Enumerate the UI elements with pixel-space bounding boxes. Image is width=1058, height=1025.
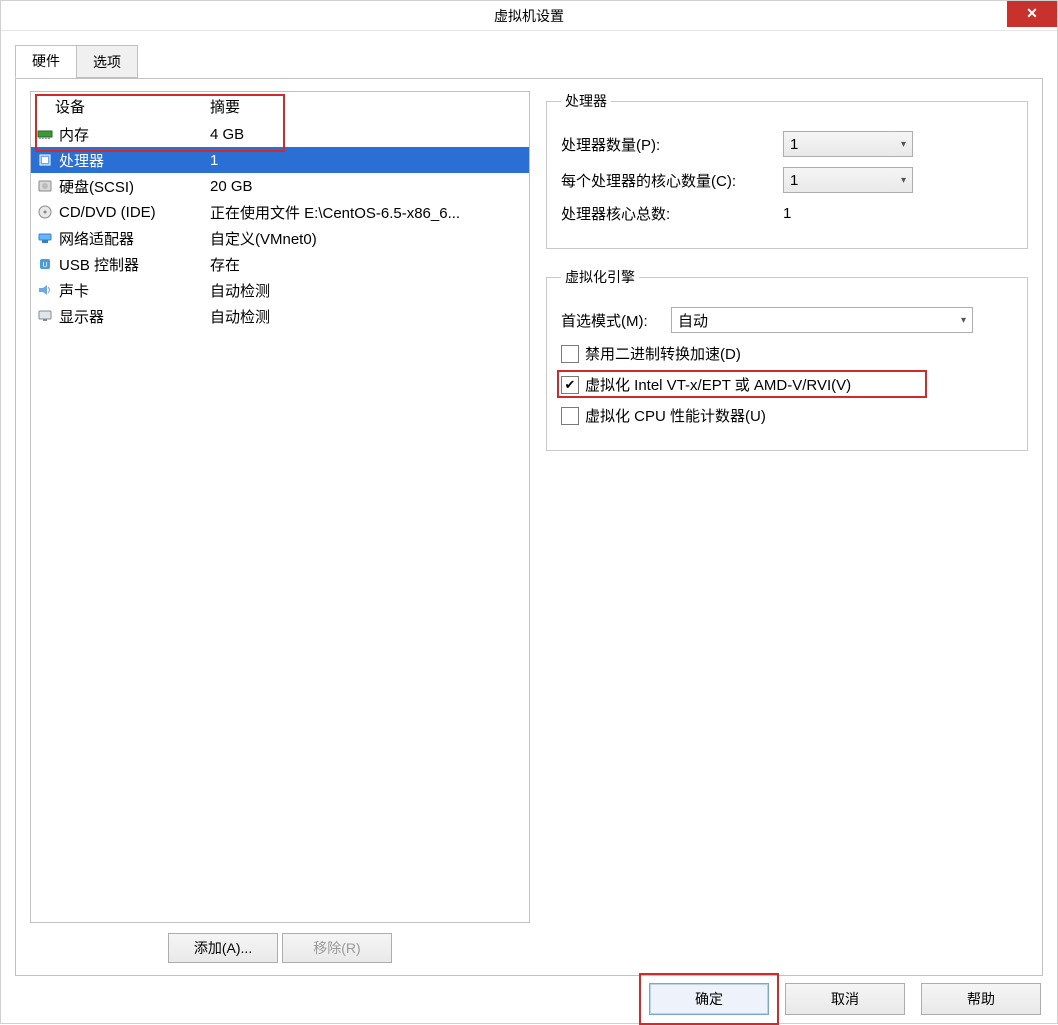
- cd-icon: [37, 204, 53, 220]
- cores-per-processor-value: 1: [790, 172, 798, 189]
- preferred-mode-value: 自动: [678, 310, 708, 331]
- usb-icon: U: [37, 256, 53, 272]
- checkbox-cpu-perf-counter-label: 虚拟化 CPU 性能计数器(U): [585, 405, 766, 426]
- checkbox-disable-binary-translation[interactable]: [561, 345, 579, 363]
- device-summary: 自动检测: [210, 306, 525, 327]
- device-row-display[interactable]: 显示器 自动检测: [31, 303, 529, 329]
- sound-icon: [37, 282, 53, 298]
- cpu-icon: [37, 152, 53, 168]
- device-summary: 1: [210, 152, 525, 169]
- processor-count-select[interactable]: 1 ▾: [783, 131, 913, 157]
- title-bar: 虚拟机设置: [1, 1, 1057, 31]
- chevron-down-icon: ▾: [901, 175, 906, 186]
- checkbox-vt-x-ept[interactable]: [561, 376, 579, 394]
- device-row-disk[interactable]: 硬盘(SCSI) 20 GB: [31, 173, 529, 199]
- device-label: 网络适配器: [59, 228, 134, 249]
- checkbox-cpu-perf-counter[interactable]: [561, 407, 579, 425]
- device-summary: 自定义(VMnet0): [210, 228, 525, 249]
- processor-count-label: 处理器数量(P):: [561, 134, 783, 155]
- remove-device-button[interactable]: 移除(R): [282, 933, 392, 963]
- device-row-cddvd[interactable]: CD/DVD (IDE) 正在使用文件 E:\CentOS-6.5-x86_6.…: [31, 199, 529, 225]
- device-header-summary: 摘要: [210, 96, 525, 117]
- cancel-button[interactable]: 取消: [785, 983, 905, 1015]
- device-label: USB 控制器: [59, 254, 139, 275]
- device-label: 处理器: [59, 150, 104, 171]
- device-label: CD/DVD (IDE): [59, 204, 156, 221]
- checkbox-vt-x-ept-label: 虚拟化 Intel VT-x/EPT 或 AMD-V/RVI(V): [585, 374, 851, 395]
- processor-count-value: 1: [790, 136, 798, 153]
- display-icon: [37, 308, 53, 324]
- net-icon: [37, 230, 53, 246]
- close-button[interactable]: [1007, 1, 1057, 27]
- preferred-mode-select[interactable]: 自动 ▾: [671, 307, 973, 333]
- device-label: 声卡: [59, 280, 89, 301]
- device-summary: 4 GB: [210, 126, 525, 143]
- processor-group: 处理器 处理器数量(P): 1 ▾ 每个处理器的核心数量(C): 1 ▾: [546, 91, 1028, 249]
- device-row-network[interactable]: 网络适配器 自定义(VMnet0): [31, 225, 529, 251]
- device-summary: 存在: [210, 254, 525, 275]
- device-header-device: 设备: [35, 96, 210, 117]
- total-cores-value: 1: [783, 205, 791, 222]
- device-label: 内存: [59, 124, 89, 145]
- chevron-down-icon: ▾: [961, 315, 966, 326]
- device-label: 硬盘(SCSI): [59, 176, 134, 197]
- svg-text:U: U: [42, 262, 47, 269]
- device-row-usb[interactable]: U USB 控制器 存在: [31, 251, 529, 277]
- processor-legend: 处理器: [561, 91, 611, 111]
- tabstrip: 硬件 选项: [15, 45, 1043, 79]
- virtualization-group: 虚拟化引擎 首选模式(M): 自动 ▾ 禁用二进制转换加速(D): [546, 267, 1028, 451]
- cores-per-processor-select[interactable]: 1 ▾: [783, 167, 913, 193]
- device-list: 设备 摘要 内存 4 GB: [30, 91, 530, 923]
- device-row-memory[interactable]: 内存 4 GB: [31, 121, 529, 147]
- preferred-mode-label: 首选模式(M):: [561, 310, 671, 331]
- ok-button[interactable]: 确定: [649, 983, 769, 1015]
- disk-icon: [37, 178, 53, 194]
- cores-per-processor-label: 每个处理器的核心数量(C):: [561, 170, 783, 191]
- help-button[interactable]: 帮助: [921, 983, 1041, 1015]
- tab-options[interactable]: 选项: [76, 45, 138, 78]
- chevron-down-icon: ▾: [901, 139, 906, 150]
- virtualization-legend: 虚拟化引擎: [561, 267, 639, 287]
- device-summary: 自动检测: [210, 280, 525, 301]
- device-summary: 正在使用文件 E:\CentOS-6.5-x86_6...: [210, 202, 525, 223]
- device-label: 显示器: [59, 306, 104, 327]
- tab-hardware[interactable]: 硬件: [15, 45, 77, 78]
- device-row-processor[interactable]: 处理器 1: [31, 147, 529, 173]
- add-device-button[interactable]: 添加(A)...: [168, 933, 278, 963]
- device-row-sound[interactable]: 声卡 自动检测: [31, 277, 529, 303]
- memory-icon: [37, 126, 53, 142]
- total-cores-label: 处理器核心总数:: [561, 203, 783, 224]
- checkbox-disable-binary-translation-label: 禁用二进制转换加速(D): [585, 343, 741, 364]
- window-title: 虚拟机设置: [494, 8, 564, 24]
- device-summary: 20 GB: [210, 178, 525, 195]
